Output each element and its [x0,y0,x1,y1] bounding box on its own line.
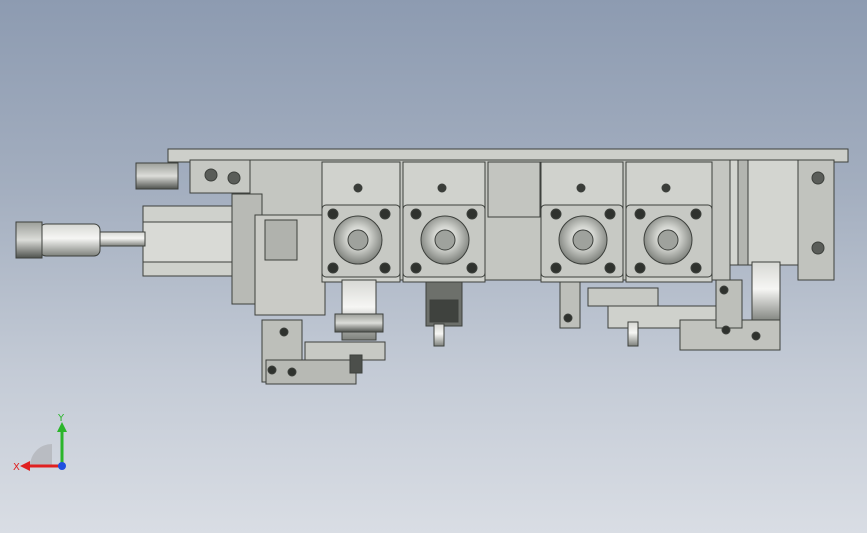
center-pin [433,323,445,347]
z-axis-dot [58,462,66,470]
gearbox-3 [540,161,624,283]
y-axis-label: Y [57,413,65,424]
right-rod [751,261,781,323]
gearbox-1 [321,161,401,283]
gearbox-4 [625,161,713,283]
left-bracket [189,159,251,194]
cad-viewport[interactable]: Y X [0,0,867,533]
center-block [487,161,541,218]
x-axis-label: X [13,462,20,473]
knob [135,162,179,190]
triad-quadrant [30,444,52,466]
assembly-model[interactable] [0,0,867,533]
rod-nut [15,221,43,259]
coordinate-triad: Y X [13,413,67,473]
piston-rod [94,231,146,247]
gearbox-2 [402,161,486,283]
rod-end [39,223,101,257]
x-axis-arrowhead [20,461,30,471]
